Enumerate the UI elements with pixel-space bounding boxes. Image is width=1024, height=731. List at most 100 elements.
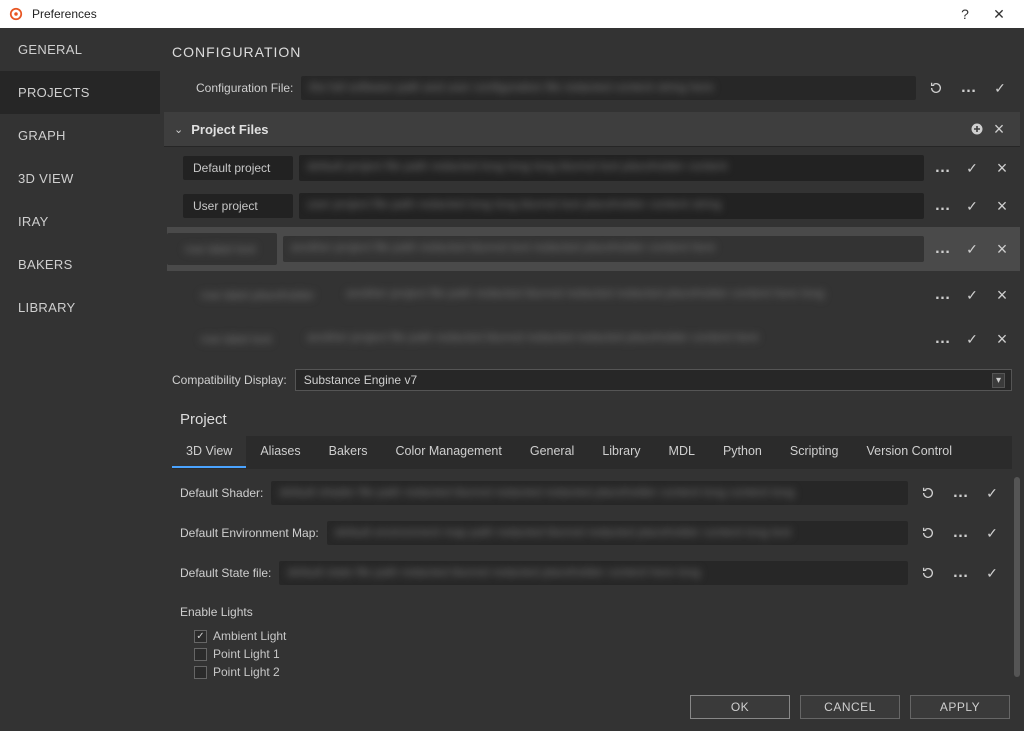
default-env-label: Default Environment Map: xyxy=(180,526,319,540)
default-shader-row: Default Shader: default shader file path… xyxy=(180,481,1004,505)
project-file-input[interactable]: default project file path redacted long … xyxy=(299,155,924,181)
sidebar-item-general[interactable]: GENERAL xyxy=(0,28,160,71)
tab-version-control[interactable]: Version Control xyxy=(853,436,966,468)
default-env-row: Default Environment Map: default environ… xyxy=(180,521,1004,545)
project-file-input[interactable]: another project file path redacted blurr… xyxy=(338,282,924,308)
browse-icon[interactable] xyxy=(930,156,954,180)
project-file-label: Default project xyxy=(183,156,293,180)
project-file-row: row label text another project file path… xyxy=(164,227,1020,271)
tab-color-management[interactable]: Color Management xyxy=(382,436,516,468)
browse-icon[interactable] xyxy=(948,481,972,505)
cancel-button[interactable]: CANCEL xyxy=(800,695,900,719)
project-file-input[interactable]: another project file path redacted blurr… xyxy=(283,236,924,262)
remove-icon[interactable] xyxy=(990,283,1014,307)
window-title: Preferences xyxy=(32,7,948,21)
browse-icon[interactable] xyxy=(956,76,980,100)
confirm-icon[interactable] xyxy=(980,521,1004,545)
tab-bakers[interactable]: Bakers xyxy=(315,436,382,468)
checkbox-label: Point Light 1 xyxy=(213,647,280,661)
tab-content: Default Shader: default shader file path… xyxy=(160,469,1024,693)
project-file-row: Default project default project file pat… xyxy=(164,151,1020,185)
sidebar-item-projects[interactable]: PROJECTS xyxy=(0,71,160,114)
browse-icon[interactable] xyxy=(948,561,972,585)
remove-icon[interactable] xyxy=(990,156,1014,180)
checkbox-ambient-light[interactable]: Ambient Light xyxy=(180,627,1004,645)
project-files-header[interactable]: ⌄ Project Files xyxy=(164,112,1020,147)
confirm-icon[interactable] xyxy=(960,283,984,307)
default-state-row: Default State file: default state file p… xyxy=(180,561,1004,585)
sidebar-item-graph[interactable]: GRAPH xyxy=(0,114,160,157)
confirm-icon[interactable] xyxy=(980,561,1004,585)
ok-button[interactable]: OK xyxy=(690,695,790,719)
sidebar-item-library[interactable]: LIBRARY xyxy=(0,286,160,329)
enable-lights-label: Enable Lights xyxy=(180,601,1004,627)
apply-button[interactable]: APPLY xyxy=(910,695,1010,719)
compatibility-row: Compatibility Display: Substance Engine … xyxy=(160,359,1024,401)
reset-icon[interactable] xyxy=(916,481,940,505)
app-icon xyxy=(8,6,24,22)
enable-lights-group: Enable Lights Ambient Light Point Light … xyxy=(180,601,1004,681)
chevron-down-icon: ⌄ xyxy=(174,123,183,136)
checkbox-icon xyxy=(194,630,207,643)
configuration-file-input[interactable]: the full software path and user configur… xyxy=(301,76,916,100)
confirm-icon[interactable] xyxy=(960,237,984,261)
default-shader-input[interactable]: default shader file path redacted blurre… xyxy=(271,481,908,505)
tab-mdl[interactable]: MDL xyxy=(655,436,709,468)
confirm-icon[interactable] xyxy=(980,481,1004,505)
browse-icon[interactable] xyxy=(948,521,972,545)
browse-icon[interactable] xyxy=(930,237,954,261)
project-file-label: row label placeholder xyxy=(183,279,332,311)
dialog-button-bar: OK CANCEL APPLY xyxy=(160,683,1024,731)
confirm-icon[interactable] xyxy=(960,194,984,218)
sidebar: GENERAL PROJECTS GRAPH 3D VIEW IRAY BAKE… xyxy=(0,28,160,731)
tab-python[interactable]: Python xyxy=(709,436,776,468)
scrollbar-thumb[interactable] xyxy=(1014,477,1020,677)
project-file-row: User project user project file path reda… xyxy=(164,189,1020,223)
compatibility-select[interactable]: Substance Engine v7 xyxy=(295,369,1012,391)
confirm-icon[interactable] xyxy=(988,76,1012,100)
project-file-row: row label text another project file path… xyxy=(164,319,1020,359)
project-file-label: row label text xyxy=(183,323,293,355)
add-project-icon[interactable] xyxy=(966,118,988,140)
sidebar-item-bakers[interactable]: BAKERS xyxy=(0,243,160,286)
reset-icon[interactable] xyxy=(916,521,940,545)
project-file-label: User project xyxy=(183,194,293,218)
project-tabs: 3D View Aliases Bakers Color Management … xyxy=(172,436,1012,469)
remove-icon[interactable] xyxy=(990,237,1014,261)
confirm-icon[interactable] xyxy=(960,327,984,351)
checkbox-point-light-2[interactable]: Point Light 2 xyxy=(180,663,1004,681)
remove-icon[interactable] xyxy=(990,194,1014,218)
project-files-title: Project Files xyxy=(191,122,966,137)
project-files-list: Default project default project file pat… xyxy=(160,147,1024,359)
tab-library[interactable]: Library xyxy=(588,436,654,468)
project-file-input[interactable]: user project file path redacted long lon… xyxy=(299,193,924,219)
help-button[interactable]: ? xyxy=(948,0,982,28)
project-file-input[interactable]: another project file path redacted blurr… xyxy=(299,326,924,352)
tab-3dview[interactable]: 3D View xyxy=(172,436,246,468)
configuration-heading: CONFIGURATION xyxy=(160,28,1024,72)
content-area: CONFIGURATION Configuration File: the fu… xyxy=(160,28,1024,731)
default-state-input[interactable]: default state file path redacted blurred… xyxy=(279,561,908,585)
reset-icon[interactable] xyxy=(924,76,948,100)
compatibility-value: Substance Engine v7 xyxy=(304,373,417,387)
sidebar-item-3dview[interactable]: 3D VIEW xyxy=(0,157,160,200)
close-window-button[interactable]: ✕ xyxy=(982,0,1016,28)
project-file-label: row label text xyxy=(167,233,277,265)
checkbox-icon xyxy=(194,648,207,661)
browse-icon[interactable] xyxy=(930,283,954,307)
sidebar-item-iray[interactable]: IRAY xyxy=(0,200,160,243)
browse-icon[interactable] xyxy=(930,194,954,218)
default-shader-label: Default Shader: xyxy=(180,486,263,500)
tab-aliases[interactable]: Aliases xyxy=(246,436,314,468)
browse-icon[interactable] xyxy=(930,327,954,351)
tab-general[interactable]: General xyxy=(516,436,588,468)
close-panel-icon[interactable] xyxy=(988,118,1010,140)
tab-scripting[interactable]: Scripting xyxy=(776,436,853,468)
checkbox-point-light-1[interactable]: Point Light 1 xyxy=(180,645,1004,663)
reset-icon[interactable] xyxy=(916,561,940,585)
project-file-row: row label placeholder another project fi… xyxy=(164,275,1020,315)
default-env-input[interactable]: default environment map path redacted bl… xyxy=(327,521,908,545)
checkbox-label: Point Light 2 xyxy=(213,665,280,679)
confirm-icon[interactable] xyxy=(960,156,984,180)
remove-icon[interactable] xyxy=(990,327,1014,351)
